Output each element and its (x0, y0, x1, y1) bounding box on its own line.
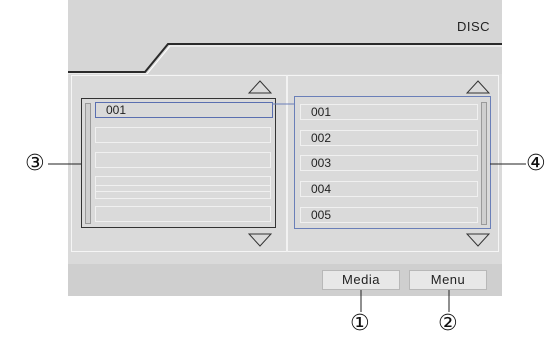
triangle-down-icon[interactable] (466, 233, 490, 247)
list-item[interactable] (95, 152, 271, 168)
list-item[interactable]: 005 (300, 207, 478, 223)
list-item[interactable]: 003 (300, 155, 478, 171)
media-button[interactable]: Media (322, 270, 400, 290)
list-item[interactable]: 004 (300, 181, 478, 197)
list-item[interactable] (95, 185, 271, 199)
callout-3-label: ③ (25, 151, 45, 176)
list-item[interactable]: 001 (300, 104, 478, 120)
right-scrollbar[interactable] (481, 102, 487, 225)
list-item[interactable] (95, 206, 271, 222)
left-scrollbar[interactable] (85, 103, 91, 224)
triangle-down-icon[interactable] (248, 233, 272, 247)
callout-1-label: ① (350, 311, 370, 336)
page-title: DISC (456, 19, 490, 34)
right-file-panel[interactable]: 001 002 003 004 005 (294, 96, 491, 229)
menu-button[interactable]: Menu (409, 270, 487, 290)
panel-divider (286, 75, 288, 252)
list-item[interactable] (95, 127, 271, 143)
list-item[interactable]: 002 (300, 130, 478, 146)
header-graphic (68, 43, 502, 74)
left-folder-panel[interactable]: 001 (81, 98, 276, 228)
callout-4-label: ④ (526, 151, 546, 176)
callout-2-label: ② (438, 311, 458, 336)
list-item[interactable]: 001 (95, 102, 273, 118)
triangle-up-icon[interactable] (466, 80, 490, 94)
triangle-up-icon[interactable] (248, 80, 272, 94)
